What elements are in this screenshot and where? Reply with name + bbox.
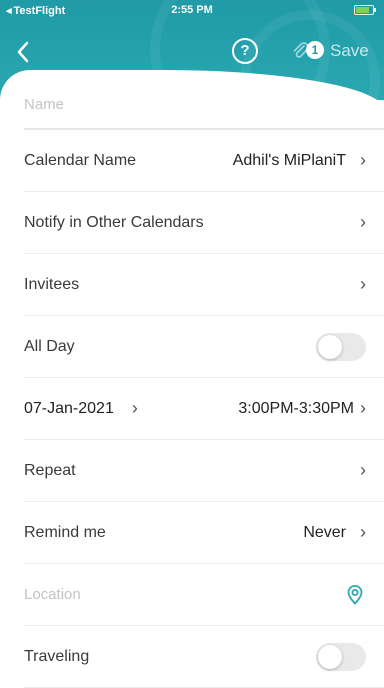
traveling-row: Traveling bbox=[24, 626, 384, 688]
date-value[interactable]: 07-Jan-2021 bbox=[24, 400, 114, 418]
attachment-count-badge: 1 bbox=[306, 41, 324, 59]
repeat-label: Repeat bbox=[24, 461, 76, 479]
notify-other-calendars-row[interactable]: Notify in Other Calendars › bbox=[24, 192, 384, 254]
chevron-right-icon: › bbox=[360, 150, 366, 170]
name-input[interactable]: Name bbox=[24, 96, 366, 113]
all-day-label: All Day bbox=[24, 337, 75, 355]
all-day-row: All Day bbox=[24, 316, 384, 378]
traveling-toggle[interactable] bbox=[316, 642, 366, 671]
traveling-label: Traveling bbox=[24, 647, 90, 665]
chevron-right-icon: › bbox=[360, 522, 366, 542]
chevron-right-icon: › bbox=[131, 398, 138, 418]
back-button[interactable] bbox=[16, 40, 44, 68]
invitees-label: Invitees bbox=[24, 275, 80, 293]
all-day-toggle[interactable] bbox=[316, 332, 366, 361]
calendar-name-label: Calendar Name bbox=[24, 151, 137, 169]
notify-label: Notify in Other Calendars bbox=[24, 213, 204, 231]
remind-label: Remind me bbox=[24, 523, 106, 541]
status-time: 2:55 PM bbox=[171, 4, 213, 16]
location-pin-icon[interactable] bbox=[344, 584, 366, 606]
repeat-row[interactable]: Repeat › bbox=[24, 440, 384, 502]
remind-me-row[interactable]: Remind me Never › bbox=[24, 502, 384, 564]
time-value[interactable]: 3:00PM-3:30PM bbox=[238, 400, 354, 418]
calendar-name-value: Adhil's MiPlaniT bbox=[232, 151, 346, 169]
invitees-row[interactable]: Invitees › bbox=[24, 254, 384, 316]
date-time-row: 07-Jan-2021 › 3:00PM-3:30PM › bbox=[24, 378, 384, 440]
battery-icon bbox=[354, 5, 376, 15]
help-button[interactable]: ? bbox=[232, 38, 258, 64]
chevron-right-icon: › bbox=[360, 212, 366, 232]
location-row[interactable]: Location bbox=[24, 564, 384, 626]
location-input[interactable]: Location bbox=[24, 586, 344, 603]
name-field[interactable]: Name bbox=[24, 80, 384, 130]
chevron-right-icon: › bbox=[360, 398, 366, 418]
save-button[interactable]: Save bbox=[330, 40, 369, 62]
event-form: Name Calendar Name Adhil's MiPlaniT › No… bbox=[0, 80, 384, 688]
chevron-right-icon: › bbox=[360, 460, 366, 480]
chevron-right-icon: › bbox=[360, 274, 366, 294]
status-bar: ◂ TestFlight 2:55 PM bbox=[0, 0, 384, 20]
remind-value: Never bbox=[303, 523, 346, 541]
chevron-left-icon bbox=[17, 41, 29, 63]
calendar-name-row[interactable]: Calendar Name Adhil's MiPlaniT › bbox=[24, 130, 384, 192]
